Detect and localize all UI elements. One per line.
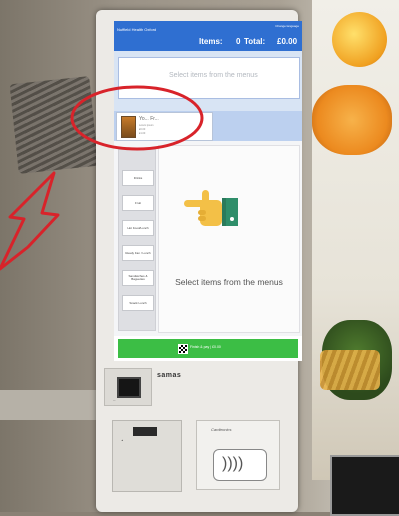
checkered-flag-icon — [178, 344, 188, 354]
order-hint: Select items from the menus — [169, 72, 258, 79]
category-ready-fan[interactable]: Ready Fan / Lunch — [122, 245, 154, 261]
finish-pay-button[interactable]: Finish & pay | £0.00 — [118, 339, 298, 358]
wall-socket — [330, 455, 399, 516]
wall-trim — [0, 390, 100, 420]
pointing-hand-icon — [184, 190, 238, 226]
category-sidebar: Drinks Fruit Hot Food/Lunch Ready Fan / … — [118, 149, 156, 331]
food-poster — [312, 0, 399, 480]
kiosk-screen: Nuffield Health Oxford Change language I… — [114, 21, 302, 361]
category-snack-lunch[interactable]: Snack Lunch — [122, 295, 154, 311]
contactless-icon: )))) — [222, 455, 244, 472]
receipt-slot — [133, 427, 157, 436]
items-label: Items: — [199, 37, 223, 46]
camera-panel: — — [104, 368, 152, 406]
poster-fruit — [312, 85, 392, 155]
total-label: Total: — [244, 37, 266, 46]
main-pane: Select items from the menus — [158, 145, 300, 333]
camera-icon — [117, 377, 141, 398]
total-value: £0.00 — [277, 37, 298, 46]
reader-brand: Cardtronics — [211, 427, 232, 432]
category-hot-food[interactable]: Hot Food/Lunch — [122, 220, 154, 236]
camera-caption: — — [113, 399, 116, 402]
menu-content: Drinks Fruit Hot Food/Lunch Ready Fan / … — [114, 141, 302, 336]
red-arrow-annotation — [0, 171, 60, 271]
poster-fruit — [332, 12, 387, 67]
language-link[interactable]: Change language — [275, 24, 299, 28]
brand-label: Nuffield Health Oxford — [117, 27, 157, 32]
poster-fries — [320, 350, 380, 390]
red-circle-annotation — [70, 85, 204, 151]
top-bar: Nuffield Health Oxford Change language I… — [114, 21, 302, 51]
receipt-printer: ▲ — [112, 420, 182, 492]
category-fruit[interactable]: Fruit — [122, 195, 154, 211]
category-drinks[interactable]: Drinks — [122, 170, 154, 186]
items-count: 0 — [236, 37, 241, 46]
slot-caption: ▲ — [121, 439, 124, 442]
card-reader[interactable]: Cardtronics )))) — [196, 420, 280, 490]
select-items-message: Select items from the menus — [175, 277, 283, 287]
pay-button-label: Finish & pay | £0.00 — [190, 345, 221, 349]
samas-logo: samas — [157, 372, 182, 379]
contactless-pad[interactable]: )))) — [213, 449, 267, 481]
category-sandwiches[interactable]: Sandwiches & Baguettes — [122, 270, 154, 286]
